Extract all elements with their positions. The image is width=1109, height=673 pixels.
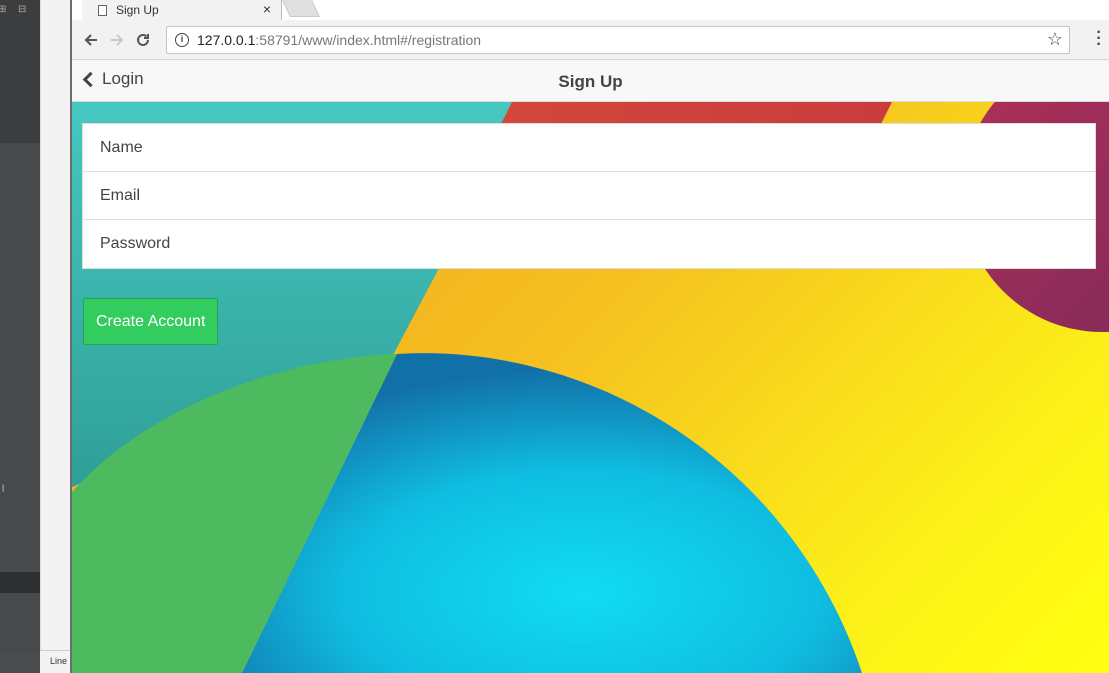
browser-toolbar: i 127.0.0.1:58791/www/index.html#/regist… xyxy=(72,20,1109,60)
line-number-gutter xyxy=(40,0,72,650)
back-arrow-icon[interactable] xyxy=(78,27,104,53)
forward-arrow-icon[interactable] xyxy=(104,27,130,53)
email-field[interactable] xyxy=(83,172,1095,220)
code-editor-pane: ⊞ ⊟ l Line xyxy=(0,0,72,673)
tab-sign-up[interactable]: Sign Up × xyxy=(82,0,282,20)
editor-status-bar: Line xyxy=(40,650,72,673)
browser-menu-icon[interactable]: · · · xyxy=(1095,25,1103,53)
editor-sidebar-top xyxy=(0,0,40,143)
sidebar-glyph-icon: l xyxy=(2,484,5,495)
page-viewport: Login Sign Up Name Email Create Account xyxy=(72,61,1109,673)
url-text[interactable]: 127.0.0.1:58791/www/index.html#/registra… xyxy=(197,32,481,48)
browser-window: Sign Up × i 127.0.0.1:58791/www/index.ht… xyxy=(70,0,1109,673)
email-input[interactable] xyxy=(100,186,1046,205)
signup-form xyxy=(82,123,1096,269)
collapse-icon[interactable]: ⊟ xyxy=(18,4,26,15)
name-input[interactable] xyxy=(100,138,1046,157)
editor-status-text: Line xyxy=(50,656,68,666)
tab-strip: Sign Up × xyxy=(72,0,1109,20)
new-tab-button[interactable] xyxy=(282,0,320,17)
app-header-bar: Login Sign Up xyxy=(72,61,1109,102)
address-bar[interactable]: i 127.0.0.1:58791/www/index.html#/regist… xyxy=(166,26,1070,54)
name-field[interactable] xyxy=(83,124,1095,172)
close-tab-icon[interactable]: × xyxy=(263,1,271,17)
reload-icon[interactable] xyxy=(130,27,156,53)
page-icon xyxy=(98,4,107,16)
tab-title: Sign Up xyxy=(116,3,159,17)
password-input[interactable] xyxy=(100,235,1046,253)
url-path: :58791/www/index.html#/registration xyxy=(255,32,482,48)
screen: ⊞ ⊟ l Line Sign Up × i 127.0.0.1:58791/w… xyxy=(0,0,1109,673)
page-title: Sign Up xyxy=(558,72,623,91)
password-field[interactable] xyxy=(83,220,1095,268)
split-icon[interactable]: ⊞ xyxy=(0,4,6,15)
create-account-button[interactable]: Create Account xyxy=(83,298,219,345)
url-host: 127.0.0.1 xyxy=(197,32,256,48)
bookmark-star-icon[interactable]: ☆ xyxy=(1047,29,1063,50)
editor-selected-row xyxy=(0,572,40,593)
info-icon[interactable]: i xyxy=(175,33,189,47)
